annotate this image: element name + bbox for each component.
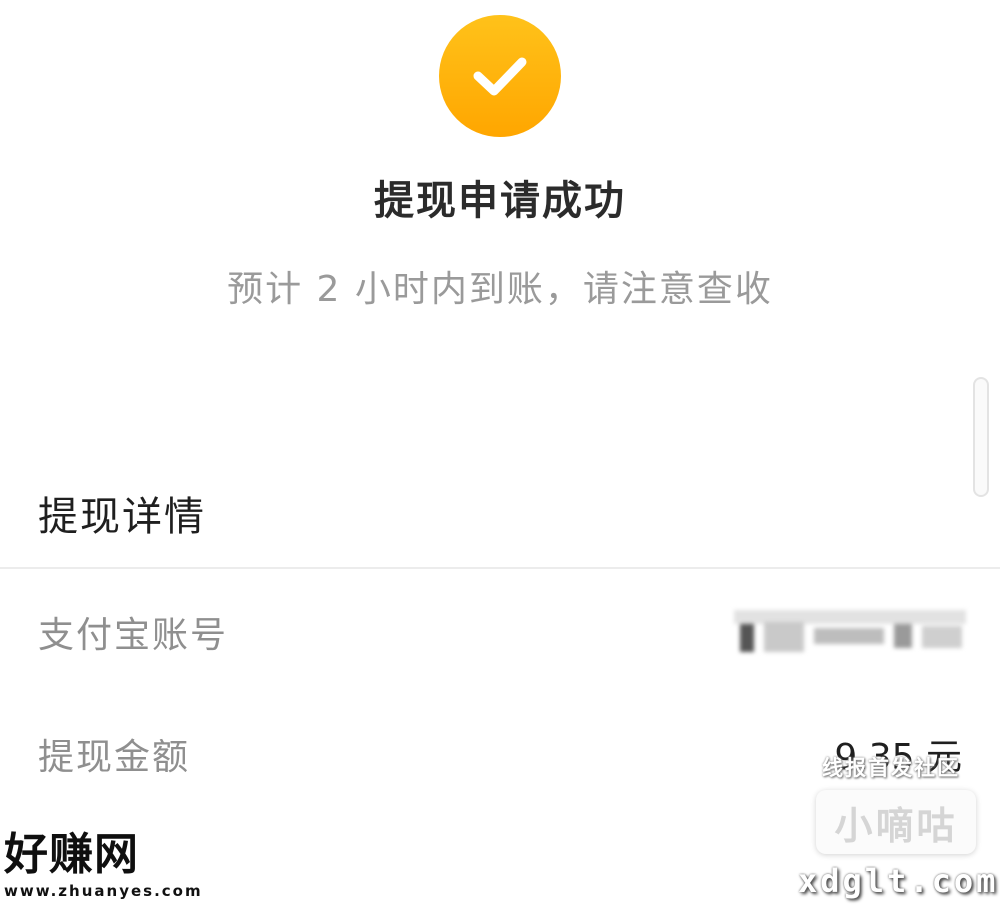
watermark-left: 好赚网 www.zhuanyes.com [4,829,203,901]
watermark-logo-text: 好赚网 [4,829,139,880]
watermark-domain-text: xdglt.com [798,862,999,900]
check-icon [473,57,527,96]
watermark-badge: 小嘀咕 [816,790,976,854]
withdraw-amount-label: 提现金额 [38,737,191,778]
success-status-icon [439,15,561,137]
arrival-notice: 预计 2 小时内到账，请注意查收 [227,269,773,310]
withdraw-result-page: 提现申请成功 预计 2 小时内到账，请注意查收 提现详情 支付宝账号 提现金额 … [0,0,1000,915]
divider [0,567,1000,569]
watermark-tag-text: 线报首发社区 [822,756,960,780]
alipay-account-value-masked [734,606,966,656]
success-title: 提现申请成功 [374,178,626,224]
section-title-withdraw-details: 提现详情 [38,494,206,540]
watermark-url-text: www.zhuanyes.com [4,882,203,900]
scrollbar[interactable] [973,377,989,497]
alipay-account-label: 支付宝账号 [38,615,229,656]
